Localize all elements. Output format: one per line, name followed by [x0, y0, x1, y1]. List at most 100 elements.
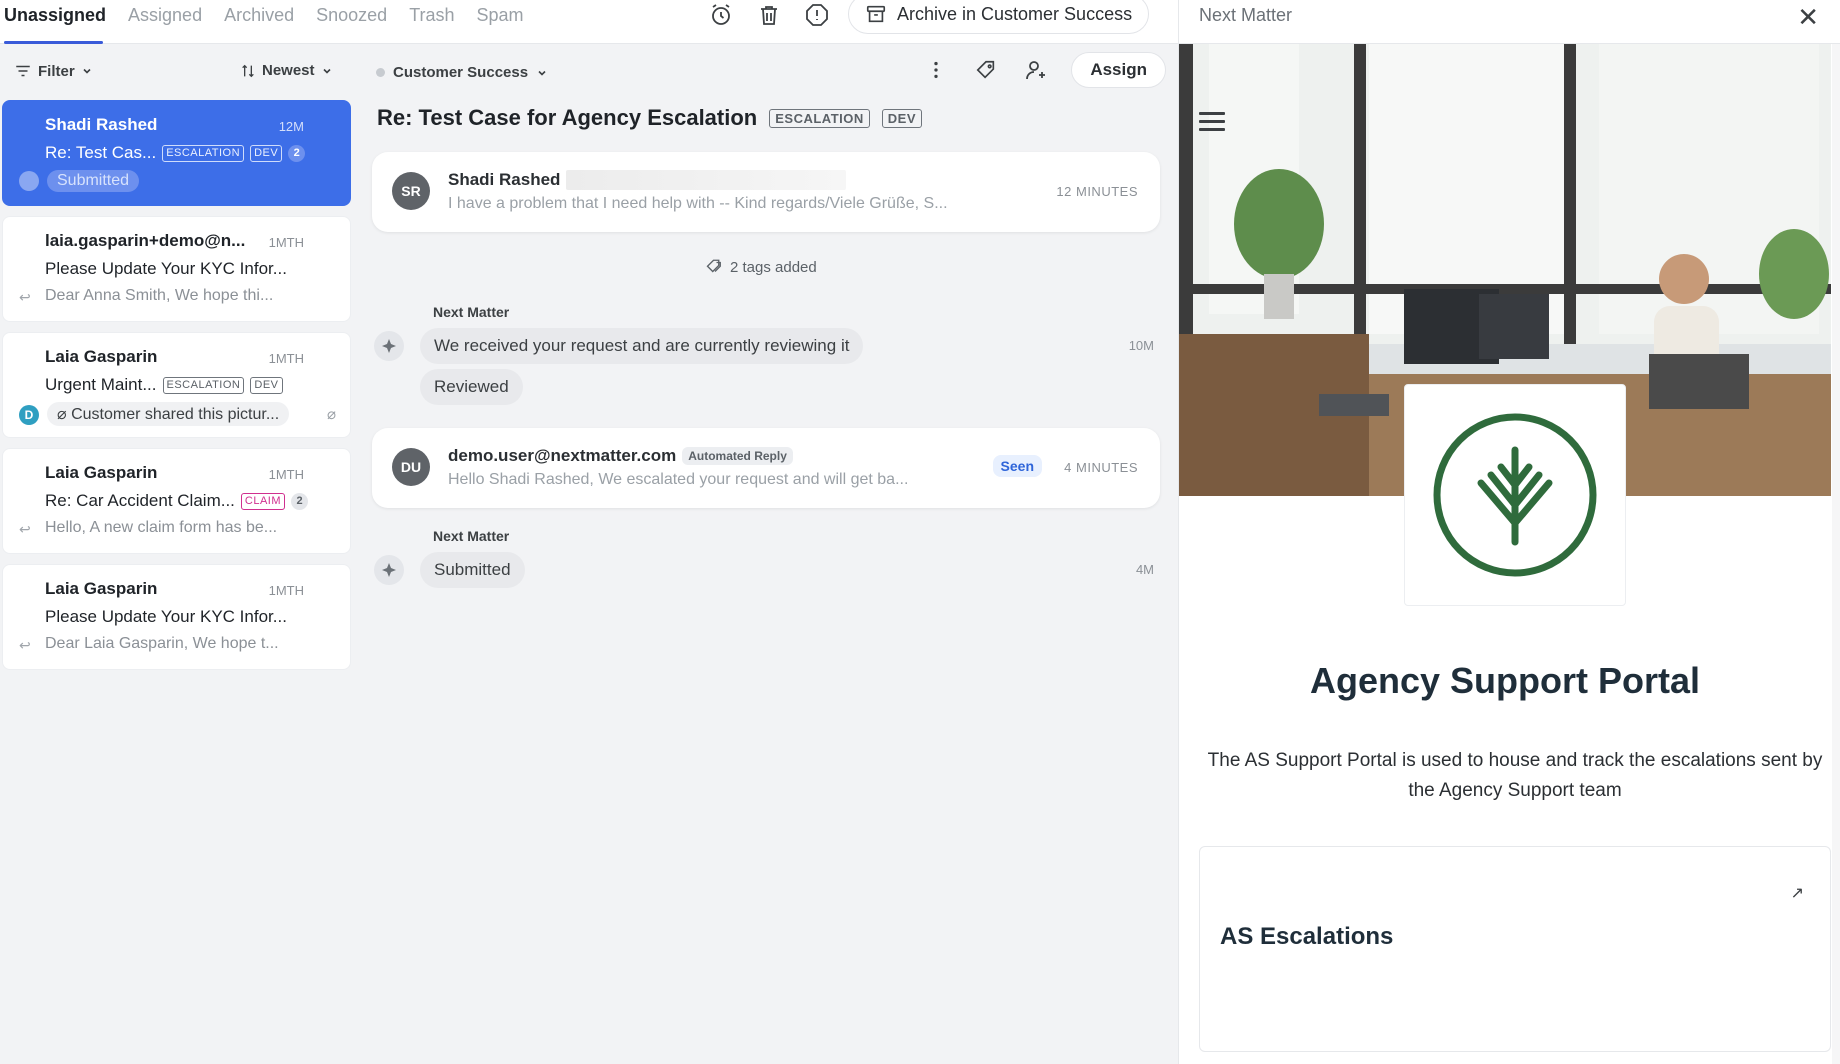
assign-user-icon[interactable]: [1021, 55, 1051, 85]
conversation-toolbar: Customer Success Assign: [376, 52, 1166, 94]
message-time: 4 MINUTES: [1064, 460, 1138, 475]
more-options-icon[interactable]: [921, 55, 951, 85]
conversation-title: Re: Test Case for Agency Escalation ESCA…: [377, 105, 923, 131]
tag-escalation: ESCALATION: [162, 144, 245, 162]
list-header: Filter Newest: [0, 52, 358, 94]
status-submitted: Submitted: [420, 552, 525, 588]
assign-button[interactable]: Assign: [1071, 52, 1166, 88]
chevron-down-icon: [322, 68, 331, 74]
card-preview: Dear Laia Gasparin, We hope t...: [45, 635, 279, 652]
conversation-card[interactable]: Laia Gasparin 1MTH Re: Car Accident Clai…: [2, 448, 351, 554]
card-sender: laia.gasparin+demo@n...: [45, 231, 246, 250]
tab-snoozed[interactable]: Snoozed: [305, 0, 398, 44]
filter-icon: [16, 65, 30, 77]
trash-icon[interactable]: [754, 0, 784, 30]
bot-icon: [19, 171, 39, 191]
archive-button[interactable]: Archive in Customer Success: [848, 0, 1150, 34]
card-subject: Please Update Your KYC Infor...: [45, 607, 287, 627]
conversation-card[interactable]: laia.gasparin+demo@n... 1MTH Please Upda…: [2, 216, 351, 322]
conversation-card[interactable]: Laia Gasparin 1MTH Please Update Your KY…: [2, 564, 351, 670]
card-subject: Re: Car Accident Claim... CLAIM 2: [45, 491, 309, 511]
toolbar-icons: [706, 0, 832, 30]
attachment-pill: ⌀ Customer shared this pictur...: [47, 402, 290, 426]
card-time: 1MTH: [268, 235, 304, 250]
sort-button[interactable]: Newest: [240, 62, 333, 79]
message-snippet: I have a problem that I need help with -…: [448, 195, 948, 212]
tag-icon[interactable]: [971, 55, 1001, 85]
portal-logo: [1404, 384, 1626, 606]
reply-icon: ↩: [19, 289, 31, 305]
paperclip-icon: ⌀: [326, 406, 336, 423]
sender-name: Shadi Rashed: [448, 170, 561, 189]
status-reviewed: Reviewed: [420, 369, 523, 405]
conversation-card[interactable]: Shadi Rashed 12M Re: Test Cas... ESCALAT…: [2, 100, 351, 206]
avatar: DU: [392, 448, 430, 486]
message-time: 12 MINUTES: [1056, 184, 1138, 199]
attachment-text: Customer shared this pictur...: [71, 406, 280, 423]
portal-title: Agency Support Portal: [1309, 660, 1701, 701]
team-selector[interactable]: Customer Success: [376, 64, 548, 81]
chevron-down-icon: [538, 70, 546, 76]
sender-name: demo.user@nextmatter.com: [448, 446, 677, 465]
workflow-icon: [374, 331, 404, 361]
tab-trash[interactable]: Trash: [398, 0, 465, 44]
automated-reply-badge: Automated Reply: [682, 447, 793, 465]
card-sender: Laia Gasparin: [45, 347, 158, 366]
card-sender: Shadi Rashed: [45, 115, 158, 134]
message-card[interactable]: SR Shadi Rashed I have a problem that I …: [372, 152, 1160, 232]
event-author: Next Matter: [433, 304, 510, 320]
event-time: 10M: [1128, 338, 1154, 353]
tag-escalation: ESCALATION: [162, 376, 245, 394]
side-panel-header: Next Matter ✕: [1179, 0, 1840, 44]
scrollbar[interactable]: [1832, 44, 1840, 1064]
tag-dev: DEV: [250, 144, 283, 162]
message-card[interactable]: DU demo.user@nextmatter.com Automated Re…: [372, 428, 1160, 508]
message-count: 2: [288, 144, 306, 162]
sort-label: Newest: [262, 62, 315, 79]
message-count: 2: [291, 492, 309, 510]
escalations-card-title: AS Escalations: [1220, 923, 1394, 950]
snooze-icon[interactable]: [706, 0, 736, 30]
reply-icon: ↩: [19, 521, 31, 537]
portal-description: The AS Support Portal is used to house a…: [1207, 750, 1823, 801]
card-subject-text: Re: Car Accident Claim...: [45, 491, 235, 510]
card-time: 1MTH: [268, 583, 304, 598]
tag-escalation: ESCALATION: [769, 108, 870, 128]
message-snippet: Hello Shadi Rashed, We escalated your re…: [448, 471, 909, 488]
side-panel: Next Matter ✕ Agency Support Portal The …: [1178, 0, 1840, 1064]
filter-button[interactable]: Filter: [14, 62, 93, 80]
card-sender: Laia Gasparin: [45, 579, 158, 598]
tag-dev: DEV: [881, 108, 923, 128]
tag-claim: CLAIM: [240, 492, 286, 510]
conversation-card[interactable]: Laia Gasparin 1MTH Urgent Maint... ESCAL…: [2, 332, 351, 438]
card-time: 12M: [278, 119, 304, 134]
conversation-actions: Assign: [921, 52, 1166, 88]
filter-label: Filter: [38, 62, 75, 80]
team-status-dot: [376, 68, 385, 77]
card-subject-text: Re: Test Cas...: [45, 143, 157, 162]
card-preview: Hello, A new claim form has be...: [45, 519, 278, 536]
event-author: Next Matter: [433, 528, 510, 544]
workflow-icon: [374, 555, 404, 585]
top-bar: Unassigned Assigned Archived Snoozed Tra…: [0, 0, 1178, 44]
sort-icon: [242, 64, 254, 77]
menu-icon[interactable]: [1199, 112, 1225, 136]
external-link-icon[interactable]: ↗: [1791, 883, 1804, 903]
card-time: 1MTH: [268, 351, 304, 366]
tab-spam[interactable]: Spam: [466, 0, 535, 44]
tag-dev: DEV: [250, 376, 283, 394]
seen-badge: Seen: [992, 455, 1042, 477]
close-icon[interactable]: ✕: [1797, 2, 1819, 33]
reply-icon: ↩: [19, 637, 31, 653]
tab-unassigned[interactable]: Unassigned: [0, 0, 117, 44]
escalations-card[interactable]: ↗ AS Escalations: [1199, 846, 1831, 1052]
spam-alert-icon[interactable]: [802, 0, 832, 30]
redacted-email: [566, 170, 847, 190]
chevron-down-icon: [83, 68, 91, 74]
card-time: 1MTH: [268, 467, 304, 482]
tags-added-event: 2 tags added: [706, 258, 817, 276]
tree-logo-icon: [1433, 413, 1597, 577]
tab-archived[interactable]: Archived: [213, 0, 305, 44]
tab-assigned[interactable]: Assigned: [117, 0, 213, 44]
event-time: 4M: [1135, 562, 1154, 577]
